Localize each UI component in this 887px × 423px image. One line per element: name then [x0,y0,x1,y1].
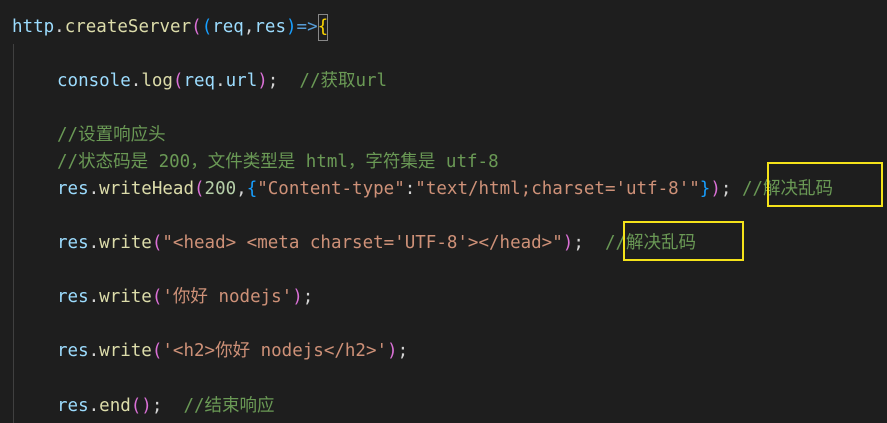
token-paren: ) [387,341,398,361]
comment-get-url: //获取url [299,71,388,91]
token-content-type-key: "Content-type" [257,179,405,199]
code-line-2[interactable]: console.log(req.url); //获取url [57,68,387,95]
token-res: res [57,396,89,416]
token-req: req [212,17,244,37]
token-write: write [99,233,152,253]
token-content-type-value: "text/html;charset='utf-8'" [415,179,700,199]
code-line-5[interactable]: res.writeHead(200,{"Content-type":"text/… [57,176,833,203]
code-line-6[interactable]: res.write("<head> <meta charset='UTF-8'>… [57,230,696,257]
code-line-4[interactable]: //状态码是 200，文件类型是 html，字符集是 utf-8 [57,149,499,176]
token-writeHead: writeHead [99,179,194,199]
token-paren: ( [151,341,163,361]
token-paren: ) [710,179,721,199]
token-paren: ( [193,179,205,199]
token-dot: . [88,233,100,253]
token-head-string: "<head> <meta charset='UTF-8'></head>" [162,233,563,253]
token-console: console [57,71,131,91]
token-h2-string: '<h2>你好 nodejs</h2>' [162,341,388,361]
token-http: http [12,17,55,37]
comment-end-response: //结束响应 [183,396,275,416]
token-dot: . [88,287,100,307]
code-line-8[interactable]: res.write('<h2>你好 nodejs</h2>'); [57,338,408,365]
token-semicolon: ; [720,179,732,199]
token-semicolon: ; [151,396,163,416]
token-dot: . [215,71,226,91]
code-line-1[interactable]: http.createServer((req,res)=>{ [12,14,329,41]
token-dot: . [130,71,142,91]
token-hello-string: '你好 nodejs' [162,287,293,307]
token-semicolon: ; [573,233,584,253]
token-paren: ) [292,287,303,307]
token-dot: . [88,396,100,416]
token-write: write [99,287,152,307]
code-line-3[interactable]: //设置响应头 [57,122,166,149]
highlight-box-writehead-comment [767,162,883,207]
token-res: res [57,179,89,199]
token-log: log [141,71,173,91]
token-req: req [183,71,216,91]
highlight-box-write-comment [623,221,744,261]
token-paren: ( [191,17,202,37]
token-paren: ) [257,71,268,91]
token-res: res [254,17,286,37]
token-200: 200 [204,179,237,199]
token-comma: , [236,179,247,199]
token-dot: . [88,179,100,199]
token-paren: ) [286,17,297,37]
token-url: url [225,71,258,91]
token-semicolon: ; [302,287,314,307]
comment-set-headers: //设置响应头 [57,125,166,145]
token-paren: ( [172,71,184,91]
token-res: res [57,341,89,361]
token-arrow: => [296,17,318,37]
code-line-9[interactable]: res.end(); //结束响应 [57,393,275,420]
token-dot: . [88,341,100,361]
token-brace-matched: { [317,14,329,41]
code-editor[interactable]: http.createServer((req,res)=>{ console.l… [0,0,887,423]
token-semicolon: ; [397,341,409,361]
token-dot: . [54,17,65,37]
token-colon: : [404,179,416,199]
token-write: write [99,341,152,361]
token-paren: ) [562,233,574,253]
token-paren: ( [151,233,163,253]
indent-guide [13,44,14,423]
token-comma: , [243,17,255,37]
token-createServer: createServer [64,17,192,37]
token-brace: } [699,179,711,199]
token-res: res [57,233,89,253]
token-parens: () [130,396,152,416]
token-paren: ( [151,287,163,307]
token-brace: { [246,179,258,199]
comment-status-code: //状态码是 200，文件类型是 html，字符集是 utf-8 [57,152,499,172]
token-paren: ( [201,17,213,37]
token-semicolon: ; [267,71,279,91]
code-line-7[interactable]: res.write('你好 nodejs'); [57,284,313,311]
token-end: end [99,396,131,416]
token-res: res [57,287,89,307]
